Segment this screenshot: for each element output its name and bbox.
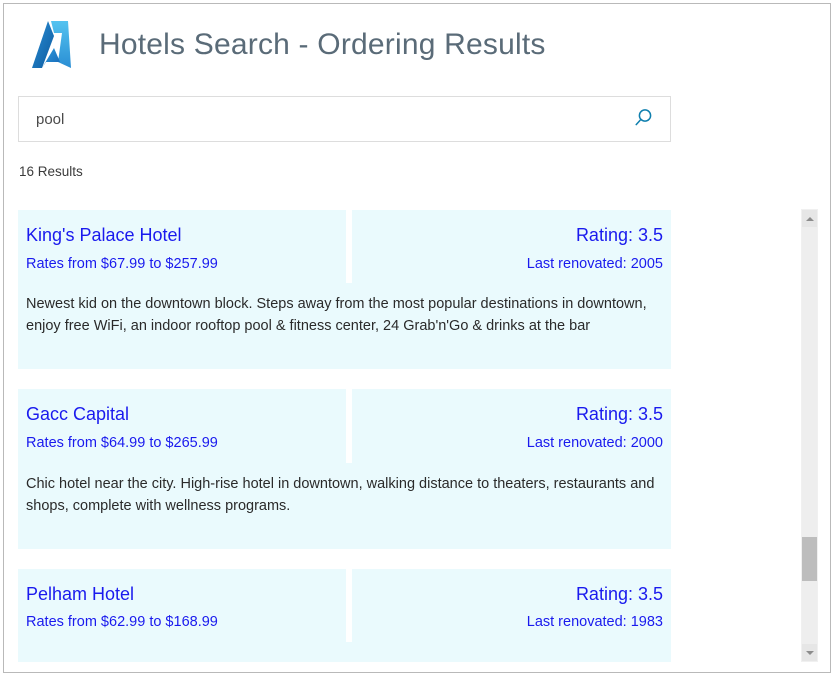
hotel-rating: Rating: 3.5 [352, 583, 663, 606]
card-header-row: Pelham Hotel Rates from $62.99 to $168.9… [18, 569, 671, 642]
hotel-rates: Rates from $67.99 to $257.99 [26, 255, 346, 274]
hotel-description: Newest kid on the downtown block. Steps … [18, 283, 671, 369]
search-button[interactable] [616, 97, 670, 141]
hotel-name[interactable]: King's Palace Hotel [26, 224, 346, 247]
hotel-rates: Rates from $64.99 to $265.99 [26, 434, 346, 453]
hotel-last-renovated: Last renovated: 2005 [352, 255, 663, 274]
hotel-description: Chic hotel near the city. High-rise hote… [18, 463, 671, 549]
hotel-result-card[interactable]: Gacc Capital Rates from $64.99 to $265.9… [18, 389, 671, 548]
card-left-column: Gacc Capital Rates from $64.99 to $265.9… [18, 389, 346, 462]
card-header-row: Gacc Capital Rates from $64.99 to $265.9… [18, 389, 671, 462]
results-scrollbar[interactable] [801, 209, 818, 662]
hotel-result-card[interactable]: Pelham Hotel Rates from $62.99 to $168.9… [18, 569, 671, 662]
hotel-last-renovated: Last renovated: 1983 [352, 613, 663, 632]
hotel-description [18, 642, 671, 662]
scrollbar-up-button[interactable] [802, 210, 817, 227]
hotel-result-card[interactable]: King's Palace Hotel Rates from $67.99 to… [18, 210, 671, 369]
hotel-rating: Rating: 3.5 [352, 224, 663, 247]
card-right-column: Rating: 3.5 Last renovated: 2000 [352, 389, 671, 462]
scrollbar-thumb[interactable] [802, 537, 817, 581]
results-count: 16 Results [19, 164, 83, 179]
app-window: Hotels Search - Ordering Results 16 Resu… [3, 3, 831, 673]
hotel-name[interactable]: Gacc Capital [26, 403, 346, 426]
hotel-rates: Rates from $62.99 to $168.99 [26, 613, 346, 632]
app-header: Hotels Search - Ordering Results [4, 4, 830, 86]
results-list: King's Palace Hotel Rates from $67.99 to… [18, 210, 671, 672]
card-left-column: King's Palace Hotel Rates from $67.99 to… [18, 210, 346, 283]
hotel-name[interactable]: Pelham Hotel [26, 583, 346, 606]
search-bar [18, 96, 671, 142]
scrollbar-down-button[interactable] [802, 644, 817, 661]
page-title: Hotels Search - Ordering Results [99, 28, 546, 62]
chevron-up-icon [806, 217, 814, 221]
chevron-down-icon [806, 651, 814, 655]
hotel-last-renovated: Last renovated: 2000 [352, 434, 663, 453]
azure-logo-icon [21, 15, 83, 77]
card-right-column: Rating: 3.5 Last renovated: 2005 [352, 210, 671, 283]
card-right-column: Rating: 3.5 Last renovated: 1983 [352, 569, 671, 642]
hotel-rating: Rating: 3.5 [352, 403, 663, 426]
card-left-column: Pelham Hotel Rates from $62.99 to $168.9… [18, 569, 346, 642]
results-area: King's Palace Hotel Rates from $67.99 to… [4, 200, 830, 672]
search-icon [632, 107, 654, 132]
card-header-row: King's Palace Hotel Rates from $67.99 to… [18, 210, 671, 283]
search-input[interactable] [19, 97, 616, 141]
